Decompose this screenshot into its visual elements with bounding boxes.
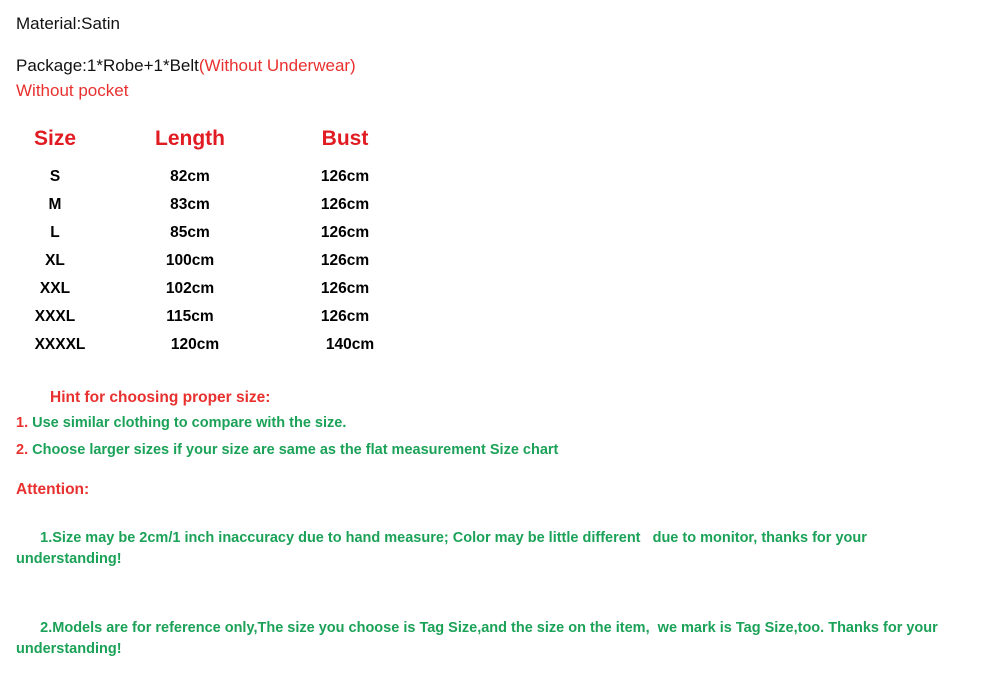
table-row: XXL 102cm 126cm (0, 274, 420, 302)
cell-size: S (49, 167, 61, 185)
pocket-note-line: Without pocket (16, 80, 129, 100)
hint-item-number: 1. (16, 415, 29, 432)
table-header-row: Size Length Bust (0, 127, 420, 162)
cell-length: 83cm (170, 195, 210, 213)
package-main-text: Package:1*Robe+1*Belt (16, 56, 199, 76)
hint-item: 1. Use similar clothing to compare with … (16, 415, 984, 432)
table-row: S 82cm 126cm (0, 162, 420, 190)
cell-size: XXL (39, 279, 71, 297)
package-note-text: (Without Underwear) (198, 56, 356, 76)
column-header-size: Size (33, 127, 77, 151)
hint-item-text: Use similar clothing to compare with the… (28, 415, 347, 432)
cell-bust: 126cm (320, 195, 370, 213)
attention-section: Attention: 1.Size may be 2cm/1 inch inac… (0, 481, 984, 681)
table-row: L 85cm 126cm (0, 218, 420, 246)
package-line: Package:1*Robe+1*Belt(Without Underwear) (16, 56, 984, 76)
cell-size: XXXXL (34, 336, 86, 354)
column-header-length: Length (155, 127, 225, 151)
cell-length: 120cm (170, 336, 220, 354)
cell-size: M (48, 195, 62, 213)
hint-item-text: Choose larger sizes if your size are sam… (28, 441, 559, 458)
table-row: XXXL 115cm 126cm (0, 303, 420, 331)
attention-item-text: Size may be 2cm/1 inch inaccuracy due to… (16, 529, 871, 567)
cell-bust: 140cm (325, 336, 375, 354)
material-line: Material:Satin (16, 14, 120, 33)
cell-length: 85cm (170, 223, 210, 241)
cell-length: 100cm (165, 251, 215, 269)
attention-item: 2.Models are for reference only,The size… (16, 597, 970, 681)
cell-bust: 126cm (320, 223, 370, 241)
cell-bust: 126cm (320, 308, 370, 325)
size-chart-page: Material:Satin Package:1*Robe+1*Belt(Wit… (0, 0, 984, 657)
column-header-bust: Bust (321, 127, 369, 151)
product-intro: Material:Satin Package:1*Robe+1*Belt(Wit… (0, 0, 984, 101)
cell-length: 115cm (166, 308, 214, 325)
attention-item-number: 1. (40, 529, 53, 546)
table-row: M 83cm 126cm (0, 190, 420, 218)
attention-item: 1.Size may be 2cm/1 inch inaccuracy due … (16, 507, 970, 591)
cell-bust: 126cm (320, 279, 370, 297)
hint-item-number: 2. (16, 441, 29, 458)
hint-section: Hint for choosing proper size: 1. Use si… (0, 389, 984, 459)
cell-size: XL (45, 251, 65, 269)
attention-item-text: Models are for reference only,The size y… (16, 619, 942, 657)
table-row: XL 100cm 126cm (0, 246, 420, 274)
size-chart-table: Size Length Bust S 82cm 126cm M 83cm 126… (0, 127, 420, 358)
attention-title: Attention: (16, 480, 90, 498)
cell-bust: 126cm (320, 251, 370, 269)
cell-length: 102cm (165, 279, 215, 297)
hint-item: 2. Choose larger sizes if your size are … (16, 442, 984, 459)
attention-item-number: 2. (40, 619, 53, 636)
cell-length: 82cm (170, 167, 210, 185)
table-row: XXXXL 120cm 140cm (0, 331, 420, 359)
hint-title: Hint for choosing proper size: (50, 388, 271, 406)
cell-size: L (50, 223, 60, 241)
cell-bust: 126cm (320, 167, 370, 185)
cell-size: XXXL (34, 308, 76, 325)
